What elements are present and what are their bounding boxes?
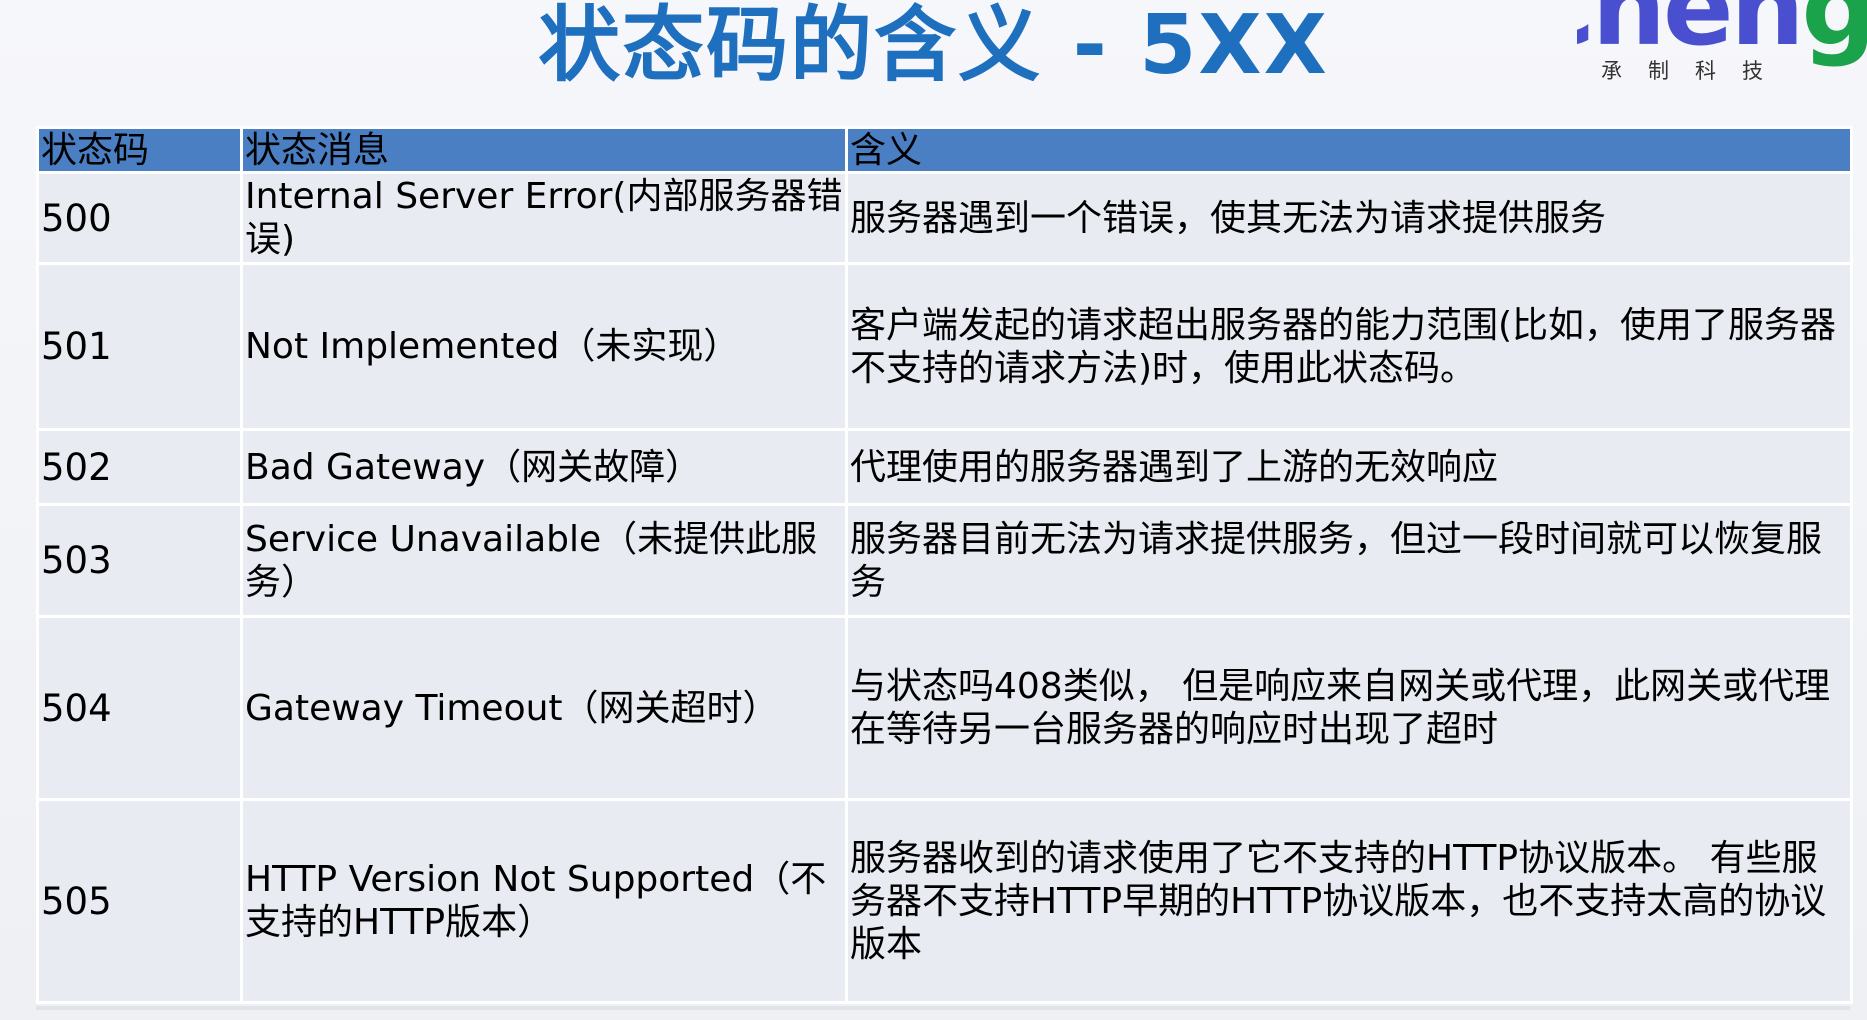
table-row: 503 Service Unavailable（未提供此服务） 服务器目前无法为… <box>36 503 1853 618</box>
status-code-cell: 500 <box>36 171 243 265</box>
status-message-cell: Gateway Timeout（网关超时） <box>240 615 848 801</box>
table-row: 500 Internal Server Error(内部服务器错误) 服务器遇到… <box>36 171 1853 265</box>
table-header-row: 状态码 状态消息 含义 <box>36 126 1853 174</box>
status-message-cell: Service Unavailable（未提供此服务） <box>240 503 848 618</box>
bottom-divider <box>36 1006 1850 1010</box>
header-meaning: 含义 <box>845 126 1853 174</box>
meaning-cell: 服务器遇到一个错误，使其无法为请求提供服务 <box>845 171 1853 265</box>
status-message-cell: HTTP Version Not Supported（不支持的HTTP版本） <box>240 798 848 1004</box>
status-message-cell: Internal Server Error(内部服务器错误) <box>240 171 848 265</box>
table-row: 504 Gateway Timeout（网关超时） 与状态吗408类似， 但是响… <box>36 615 1853 801</box>
status-code-cell: 504 <box>36 615 243 801</box>
header-status-message: 状态消息 <box>240 126 848 174</box>
status-code-table: 状态码 状态消息 含义 500 Internal Server Error(内部… <box>36 126 1853 1004</box>
meaning-cell: 服务器收到的请求使用了它不支持的HTTP协议版本。 有些服务器不支持HTTP早期… <box>845 798 1853 1004</box>
meaning-cell: 代理使用的服务器遇到了上游的无效响应 <box>845 428 1853 506</box>
meaning-cell: 服务器目前无法为请求提供服务，但过一段时间就可以恢复服务 <box>845 503 1853 618</box>
status-code-cell: 505 <box>36 798 243 1004</box>
status-code-cell: 501 <box>36 262 243 431</box>
logo-subtitle: 承制科技 <box>1601 59 1789 83</box>
table-row: 505 HTTP Version Not Supported（不支持的HTTP版… <box>36 798 1853 1004</box>
table-row: 502 Bad Gateway（网关故障） 代理使用的服务器遇到了上游的无效响应 <box>36 428 1853 506</box>
status-code-cell: 502 <box>36 428 243 506</box>
company-logo: Cheng 承制科技 <box>1577 0 1867 95</box>
meaning-cell: 客户端发起的请求超出服务器的能力范围(比如，使用了服务器不支持的请求方法)时，使… <box>845 262 1853 431</box>
status-message-cell: Not Implemented（未实现） <box>240 262 848 431</box>
status-code-cell: 503 <box>36 503 243 618</box>
table-row: 501 Not Implemented（未实现） 客户端发起的请求超出服务器的能… <box>36 262 1853 431</box>
meaning-cell: 与状态吗408类似， 但是响应来自网关或代理，此网关或代理在等待另一台服务器的响… <box>845 615 1853 801</box>
status-message-cell: Bad Gateway（网关故障） <box>240 428 848 506</box>
header-status-code: 状态码 <box>36 126 243 174</box>
